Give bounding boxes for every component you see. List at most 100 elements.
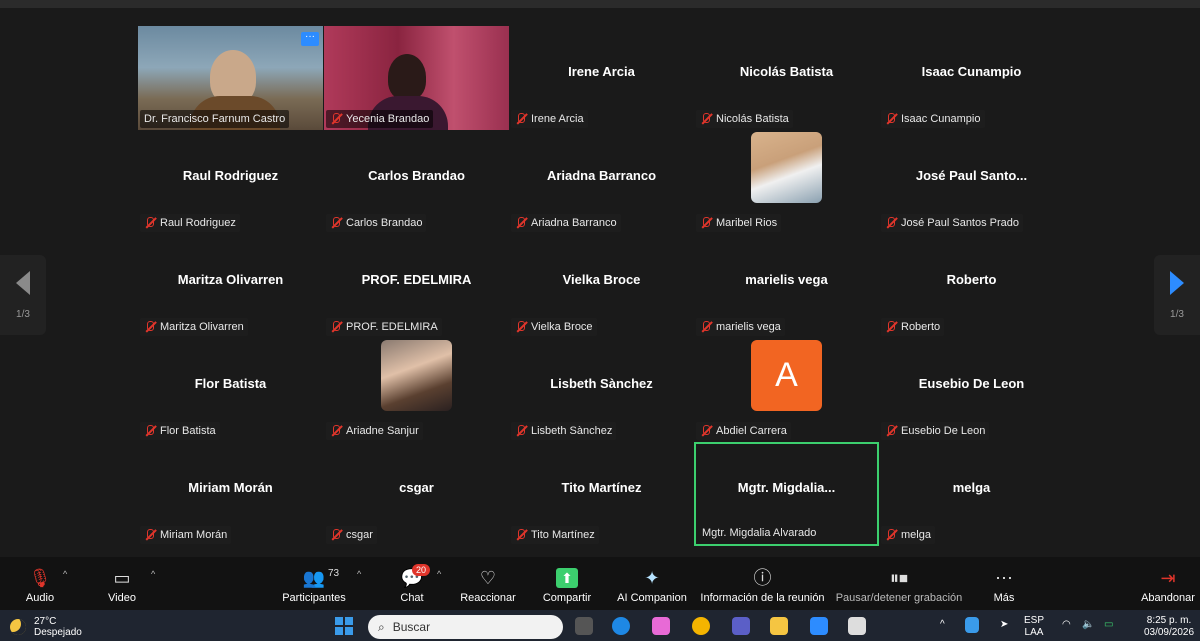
audio-label: Audio: [25, 592, 55, 604]
participant-name-label: Yecenia Brandao: [326, 110, 434, 128]
participant-tile[interactable]: Tito Martínez Tito Martínez: [509, 442, 694, 546]
participant-display-name: melga: [952, 480, 991, 495]
participant-name-label: Dr. Francisco Farnum Castro: [140, 110, 290, 128]
next-page-button[interactable]: 1/3: [1154, 255, 1200, 335]
participant-tile[interactable]: Ariadne Sanjur: [324, 338, 509, 442]
chevron-up-icon[interactable]: ^: [940, 619, 945, 631]
participant-tile[interactable]: Lisbeth Sànchez Lisbeth Sànchez: [509, 338, 694, 442]
share-button[interactable]: ⬆ Compartir: [542, 557, 592, 610]
participant-name-label: Eusebio De Leon: [881, 422, 990, 440]
participant-tile[interactable]: Raul Rodriguez Raul Rodriguez: [138, 130, 323, 234]
battery-icon[interactable]: ▭: [1104, 619, 1113, 631]
recording-controls-button[interactable]: ⏸⏹ Pausar/detener grabación: [836, 557, 963, 610]
temperature: 27°C: [34, 616, 57, 627]
security-shield-icon[interactable]: [965, 617, 979, 633]
audio-options-caret-icon[interactable]: ^: [63, 569, 67, 579]
video-label: Video: [108, 592, 136, 604]
meeting-toolbar: 🎙 Audio ^ ▭ Video ^ 👥 Participantes 73 ^…: [0, 557, 1200, 610]
participant-tile[interactable]: Flor Batista Flor Batista: [138, 338, 323, 442]
video-tile[interactable]: Yecenia Brandao: [324, 26, 509, 130]
heart-icon: ♡: [479, 568, 497, 588]
copilot-icon[interactable]: [652, 617, 670, 635]
muted-mic-icon: [515, 529, 527, 541]
react-button[interactable]: ♡ Reaccionar: [460, 557, 516, 610]
wifi-icon[interactable]: ◠: [1062, 619, 1071, 631]
participant-name-label: marielis vega: [696, 318, 785, 336]
participant-name-label: melga: [881, 526, 935, 544]
participant-tile[interactable]: Vielka Broce Vielka Broce: [509, 234, 694, 338]
participant-tile[interactable]: Ariadna Barranco Ariadna Barranco: [509, 130, 694, 234]
chat-unread-badge: 20: [412, 564, 431, 576]
participant-tile[interactable]: Carlos Brandao Carlos Brandao: [324, 130, 509, 234]
participant-name-label: Ariadna Barranco: [511, 214, 621, 232]
teams-icon[interactable]: [732, 617, 750, 635]
zoom-app-icon[interactable]: [810, 617, 828, 635]
participant-name-label: Maritza Olivarren: [140, 318, 248, 336]
video-options-caret-icon[interactable]: ^: [151, 569, 155, 579]
participant-tile[interactable]: csgar csgar: [324, 442, 509, 546]
leave-button[interactable]: ⇥ Abandonar: [1140, 557, 1196, 610]
muted-mic-icon: [144, 217, 156, 229]
edge-browser-icon[interactable]: [612, 617, 630, 635]
more-options-button[interactable]: ···: [301, 32, 319, 46]
react-label: Reaccionar: [460, 592, 516, 604]
participant-name-label: Ariadne Sanjur: [326, 422, 423, 440]
more-button[interactable]: ⋯ Más: [992, 557, 1016, 610]
participant-name-label: Abdiel Carrera: [696, 422, 791, 440]
participant-tile[interactable]: A Abdiel Carrera: [694, 338, 879, 442]
meeting-info-button[interactable]: ⓘ Información de la reunión: [700, 557, 825, 610]
participant-display-name: Vielka Broce: [562, 272, 641, 287]
time: 8:25 p. m.: [1146, 615, 1192, 626]
weather-condition: Despejado: [34, 627, 82, 638]
video-button[interactable]: ▭ Video: [104, 557, 140, 610]
volume-icon[interactable]: 🔈: [1082, 619, 1094, 631]
more-icon: ⋯: [995, 568, 1013, 588]
ai-companion-button[interactable]: ✦ AI Companion: [617, 557, 687, 610]
chat-label: Chat: [400, 592, 424, 604]
active-speaker-tile[interactable]: Mgtr. Migdalia... Mgtr. Migdalia Alvarad…: [694, 442, 879, 546]
participant-name-label: Maribel Rios: [696, 214, 782, 232]
participant-tile[interactable]: Nicolás Batista Nicolás Batista: [694, 26, 879, 130]
chat-button[interactable]: 💬 Chat 20: [398, 557, 431, 610]
participants-button[interactable]: 👥 Participantes: [282, 557, 346, 610]
clock[interactable]: 8:25 p. m. 03/09/2026: [1140, 615, 1198, 639]
participant-tile[interactable]: Isaac Cunampio Isaac Cunampio: [879, 26, 1064, 130]
previous-page-button[interactable]: 1/3: [0, 255, 46, 335]
participant-tile[interactable]: melga melga: [879, 442, 1064, 546]
chevron-right-icon: [1170, 270, 1184, 295]
video-tile[interactable]: ··· Dr. Francisco Farnum Castro: [138, 26, 323, 130]
file-explorer-icon[interactable]: [770, 617, 788, 635]
participant-tile[interactable]: Irene Arcia Irene Arcia: [509, 26, 694, 130]
participant-display-name: José Paul Santo...: [915, 168, 1028, 183]
participant-tile[interactable]: Eusebio De Leon Eusebio De Leon: [879, 338, 1064, 442]
participants-icon: 👥: [302, 568, 326, 588]
chrome-icon[interactable]: [692, 617, 710, 635]
muted-mic-icon: [885, 425, 897, 437]
audio-button[interactable]: 🎙 Audio: [22, 557, 58, 610]
app-icon[interactable]: [848, 617, 866, 635]
language-indicator[interactable]: ESP LAA: [1024, 615, 1044, 639]
windows-taskbar: 27°C Despejado ⌕ Buscar ^ ➤ ESP LAA ◠ 🔈 …: [0, 610, 1200, 641]
participant-tile[interactable]: Miriam Morán Miriam Morán: [138, 442, 323, 546]
participant-tile[interactable]: José Paul Santo... José Paul Santos Prad…: [879, 130, 1064, 234]
participant-tile[interactable]: Maritza Olivarren Maritza Olivarren: [138, 234, 323, 338]
participant-display-name: marielis vega: [745, 272, 828, 287]
gallery-view: 1/3 1/3 ··· Dr. Francisco Farnum Castro …: [0, 8, 1200, 557]
participant-tile[interactable]: marielis vega marielis vega: [694, 234, 879, 338]
taskbar-search[interactable]: ⌕ Buscar: [368, 615, 563, 639]
participant-display-name: Isaac Cunampio: [921, 64, 1022, 79]
participant-display-name: Miriam Morán: [188, 480, 273, 495]
muted-mic-icon: [700, 321, 712, 333]
participant-tile[interactable]: Maribel Rios: [694, 130, 879, 234]
windows-start-icon[interactable]: [335, 617, 353, 635]
task-view-icon[interactable]: [575, 617, 593, 635]
participant-display-name: Mgtr. Migdalia...: [737, 480, 836, 495]
muted-mic-icon: [330, 113, 342, 125]
chat-options-caret-icon[interactable]: ^: [437, 569, 441, 579]
participant-tile[interactable]: PROF. EDELMIRA PROF. EDELMIRA: [324, 234, 509, 338]
participant-tile[interactable]: Roberto Roberto: [879, 234, 1064, 338]
location-icon[interactable]: ➤: [1000, 619, 1008, 631]
participants-options-caret-icon[interactable]: ^: [357, 569, 361, 579]
muted-mic-icon: [885, 321, 897, 333]
weather-widget[interactable]: 27°C Despejado: [10, 616, 82, 638]
